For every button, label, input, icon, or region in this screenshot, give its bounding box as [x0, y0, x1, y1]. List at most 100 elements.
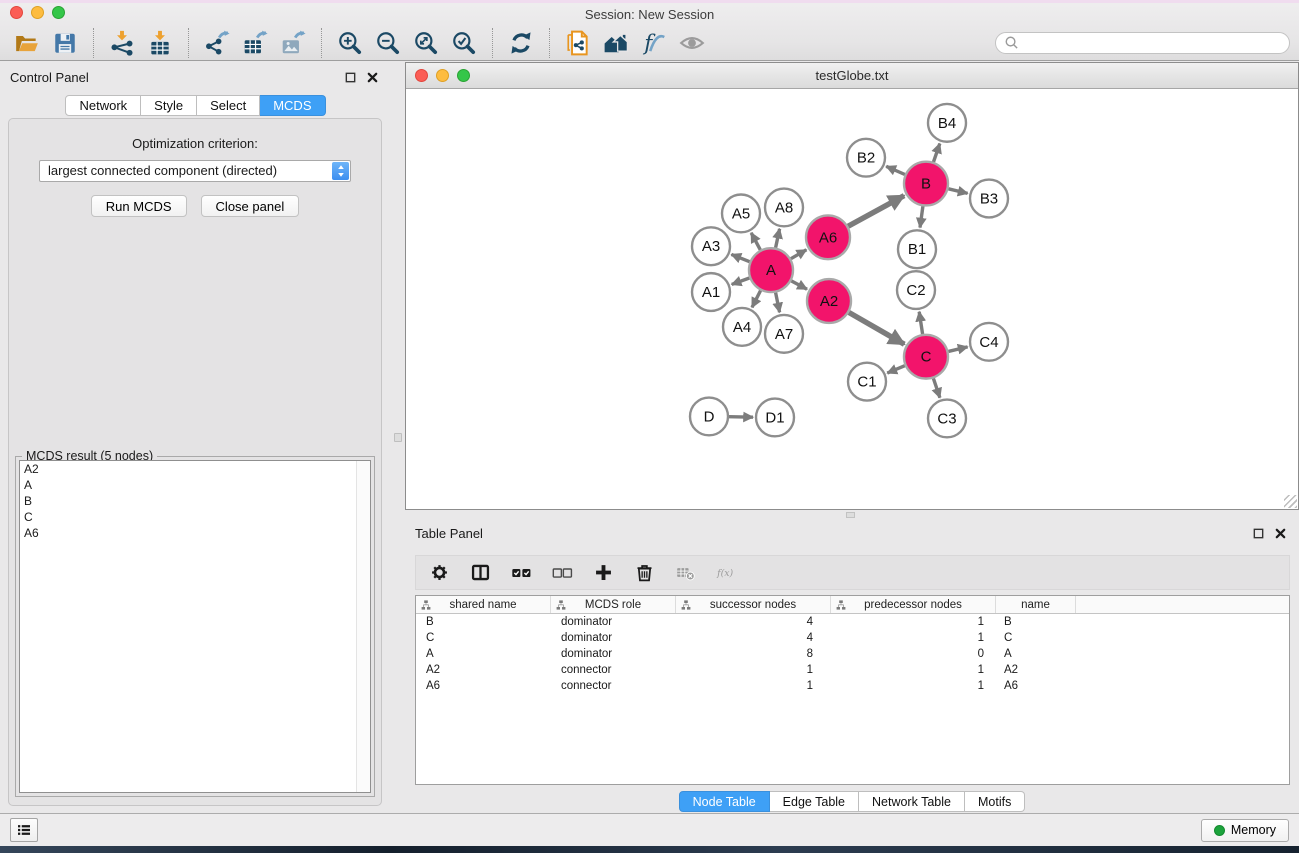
cell-name[interactable]: C — [996, 632, 1076, 644]
graph-node-A2[interactable]: A2 — [807, 279, 851, 323]
close-panel-button[interactable]: Close panel — [201, 195, 300, 217]
export-network-button[interactable] — [198, 28, 236, 58]
graph-node-A8[interactable]: A8 — [765, 189, 803, 227]
cell-predecessor-nodes[interactable]: 0 — [831, 648, 996, 660]
cell-successor-nodes[interactable]: 1 — [676, 664, 831, 676]
close-panel-icon[interactable] — [366, 71, 379, 84]
graph-edge-C-C2[interactable] — [919, 312, 922, 334]
graph-node-A3[interactable]: A3 — [692, 227, 730, 265]
table-row[interactable]: A6connector11A6 — [416, 678, 1289, 694]
cell-predecessor-nodes[interactable]: 1 — [831, 680, 996, 692]
close-window-button[interactable] — [10, 6, 23, 19]
zoom-selected-button[interactable] — [445, 28, 483, 58]
task-history-button[interactable] — [10, 818, 38, 842]
tab-network[interactable]: Network — [65, 95, 141, 116]
graph-node-C4[interactable]: C4 — [970, 323, 1008, 361]
graph-node-C1[interactable]: C1 — [848, 363, 886, 401]
zoom-window-button[interactable] — [52, 6, 65, 19]
graph-node-D1[interactable]: D1 — [756, 399, 794, 437]
column-header-shared-name[interactable]: shared name — [416, 596, 551, 613]
import-table-button[interactable] — [141, 28, 179, 58]
create-column-button[interactable] — [593, 562, 614, 583]
table-row[interactable]: Bdominator41B — [416, 614, 1289, 630]
tab-select[interactable]: Select — [197, 95, 260, 116]
cell-successor-nodes[interactable]: 8 — [676, 648, 831, 660]
refresh-network-button[interactable] — [502, 28, 540, 58]
graph-edge-A-A5[interactable] — [751, 233, 760, 250]
graph-node-D[interactable]: D — [690, 398, 728, 436]
cell-successor-nodes[interactable]: 1 — [676, 680, 831, 692]
cell-predecessor-nodes[interactable]: 1 — [831, 616, 996, 628]
graph-node-A5[interactable]: A5 — [722, 195, 760, 233]
graph-node-C[interactable]: C — [904, 335, 948, 379]
graph-node-B2[interactable]: B2 — [847, 139, 885, 177]
network-close-button[interactable] — [415, 69, 428, 82]
cell-name[interactable]: A2 — [996, 664, 1076, 676]
cell-name[interactable]: A6 — [996, 680, 1076, 692]
graph-node-B1[interactable]: B1 — [898, 230, 936, 268]
graph-edge-A-A4[interactable] — [752, 291, 761, 308]
float-panel-icon[interactable] — [344, 71, 357, 84]
graph-edge-A-A1[interactable] — [732, 278, 750, 284]
cell-mcds-role[interactable]: connector — [551, 680, 676, 692]
mcds-result-item[interactable]: A2 — [20, 461, 370, 477]
search-field[interactable] — [995, 32, 1290, 54]
cell-mcds-role[interactable]: dominator — [551, 616, 676, 628]
function-builder-button[interactable]: f(x) — [716, 562, 737, 583]
cell-predecessor-nodes[interactable]: 1 — [831, 664, 996, 676]
graph-node-B3[interactable]: B3 — [970, 180, 1008, 218]
graph-node-B[interactable]: B — [904, 162, 948, 206]
graph-edge-A-A7[interactable] — [776, 293, 780, 313]
graph-node-A1[interactable]: A1 — [692, 273, 730, 311]
graph-edge-A-A8[interactable] — [776, 229, 780, 248]
graph-edge-A2-C[interactable] — [849, 312, 904, 344]
graph-edge-A-A3[interactable] — [731, 254, 749, 261]
graph-node-A6[interactable]: A6 — [806, 215, 850, 259]
graph-node-C3[interactable]: C3 — [928, 400, 966, 438]
table-settings-button[interactable] — [429, 562, 450, 583]
search-input[interactable] — [1023, 36, 1281, 50]
vertical-splitter[interactable] — [391, 62, 405, 813]
graph-edge-C-C3[interactable] — [933, 378, 940, 397]
table-row[interactable]: Cdominator41C — [416, 630, 1289, 646]
graph-edge-B-B3[interactable] — [948, 189, 967, 194]
cell-shared-name[interactable]: A2 — [416, 664, 551, 676]
criterion-select[interactable]: largest connected component (directed) — [39, 160, 351, 182]
cell-name[interactable]: A — [996, 648, 1076, 660]
cell-mcds-role[interactable]: connector — [551, 664, 676, 676]
cell-shared-name[interactable]: B — [416, 616, 551, 628]
cell-shared-name[interactable]: A — [416, 648, 551, 660]
column-header-name[interactable]: name — [996, 596, 1076, 613]
cell-shared-name[interactable]: A6 — [416, 680, 551, 692]
tab-motifs[interactable]: Motifs — [965, 791, 1025, 812]
zoom-fit-button[interactable] — [407, 28, 445, 58]
window-resize-grip[interactable] — [1284, 495, 1297, 508]
graph-edge-C-C4[interactable] — [948, 347, 967, 352]
graph-edge-A-A6[interactable] — [791, 250, 807, 259]
cell-name[interactable]: B — [996, 616, 1076, 628]
mcds-result-item[interactable]: A6 — [20, 525, 370, 541]
graph-edge-A-A2[interactable] — [791, 281, 807, 289]
horizontal-splitter[interactable] — [405, 510, 1299, 520]
tab-mcds[interactable]: MCDS — [260, 95, 325, 116]
table-row[interactable]: A2connector11A2 — [416, 662, 1289, 678]
graph-edge-B-B4[interactable] — [934, 144, 940, 162]
export-image-button[interactable] — [274, 28, 312, 58]
close-panel-icon[interactable] — [1274, 527, 1287, 540]
minimize-window-button[interactable] — [31, 6, 44, 19]
column-header-predecessor-nodes[interactable]: predecessor nodes — [831, 596, 996, 613]
graph-node-A[interactable]: A — [749, 248, 793, 292]
memory-button[interactable]: Memory — [1201, 819, 1289, 842]
save-session-button[interactable] — [46, 28, 84, 58]
home-button[interactable] — [597, 28, 635, 58]
cell-successor-nodes[interactable]: 4 — [676, 616, 831, 628]
zoom-in-button[interactable] — [331, 28, 369, 58]
graph-edge-B-B1[interactable] — [920, 206, 923, 227]
zoom-out-button[interactable] — [369, 28, 407, 58]
mcds-result-item[interactable]: C — [20, 509, 370, 525]
run-mcds-button[interactable]: Run MCDS — [91, 195, 187, 217]
delete-table-button[interactable] — [675, 562, 696, 583]
cell-predecessor-nodes[interactable]: 1 — [831, 632, 996, 644]
column-header-mcds-role[interactable]: MCDS role — [551, 596, 676, 613]
float-panel-icon[interactable] — [1252, 527, 1265, 540]
